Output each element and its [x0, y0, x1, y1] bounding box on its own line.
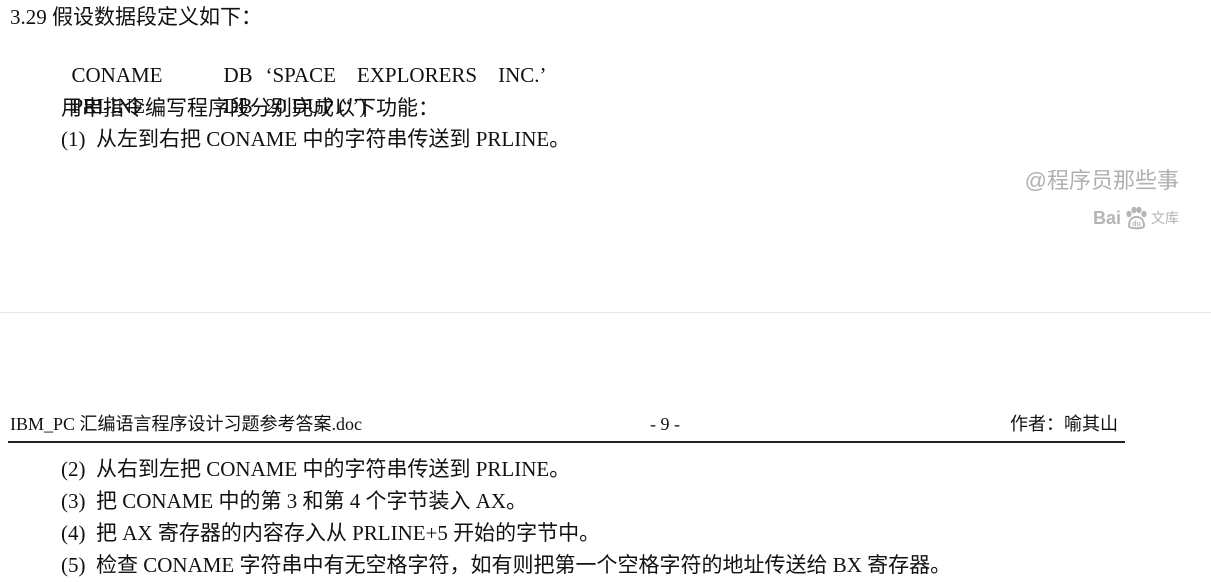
header-rule [8, 441, 1125, 443]
page-number: - 9 - [650, 414, 680, 434]
question-item-3: (3) 把 CONAME 中的第 3 和第 4 个字节装入 AX。 [61, 489, 528, 513]
baidu-wenku-logo: Bai du 文库 [1093, 205, 1179, 231]
question-item-1: (1) 从左到右把 CONAME 中的字符串传送到 PRLINE。 [61, 127, 571, 151]
paw-icon: du [1126, 206, 1147, 230]
watermark-text: @程序员那些事 [1024, 168, 1179, 193]
baidu-brand-text: Bai [1092, 207, 1121, 228]
baidu-brand-tail: 文库 [1151, 210, 1179, 226]
doc-title: IBM_PC 汇编语言程序设计习题参考答案.doc [10, 414, 363, 434]
question-title: 3.29 假设数据段定义如下： [10, 5, 262, 29]
question-item-4: (4) 把 AX 寄存器的内容存入从 PRLINE+5 开始的字节中。 [61, 521, 601, 545]
author: 作者：喻其山 [1010, 414, 1118, 434]
question-item-5: (5) 检查 CONAME 字符串中有无空格字符，如有则把第一个空格字符的地址传… [61, 553, 952, 577]
instruction-text: 用串指令编写程序段分别完成以下功能： [61, 96, 439, 120]
question-item-2: (2) 从右到左把 CONAME 中的字符串传送到 PRLINE。 [61, 457, 571, 481]
page-separator [0, 312, 1211, 313]
page-header: IBM_PC 汇编语言程序设计习题参考答案.doc - 9 - 作者：喻其山 [10, 410, 1124, 438]
svg-text:du: du [1132, 221, 1141, 228]
